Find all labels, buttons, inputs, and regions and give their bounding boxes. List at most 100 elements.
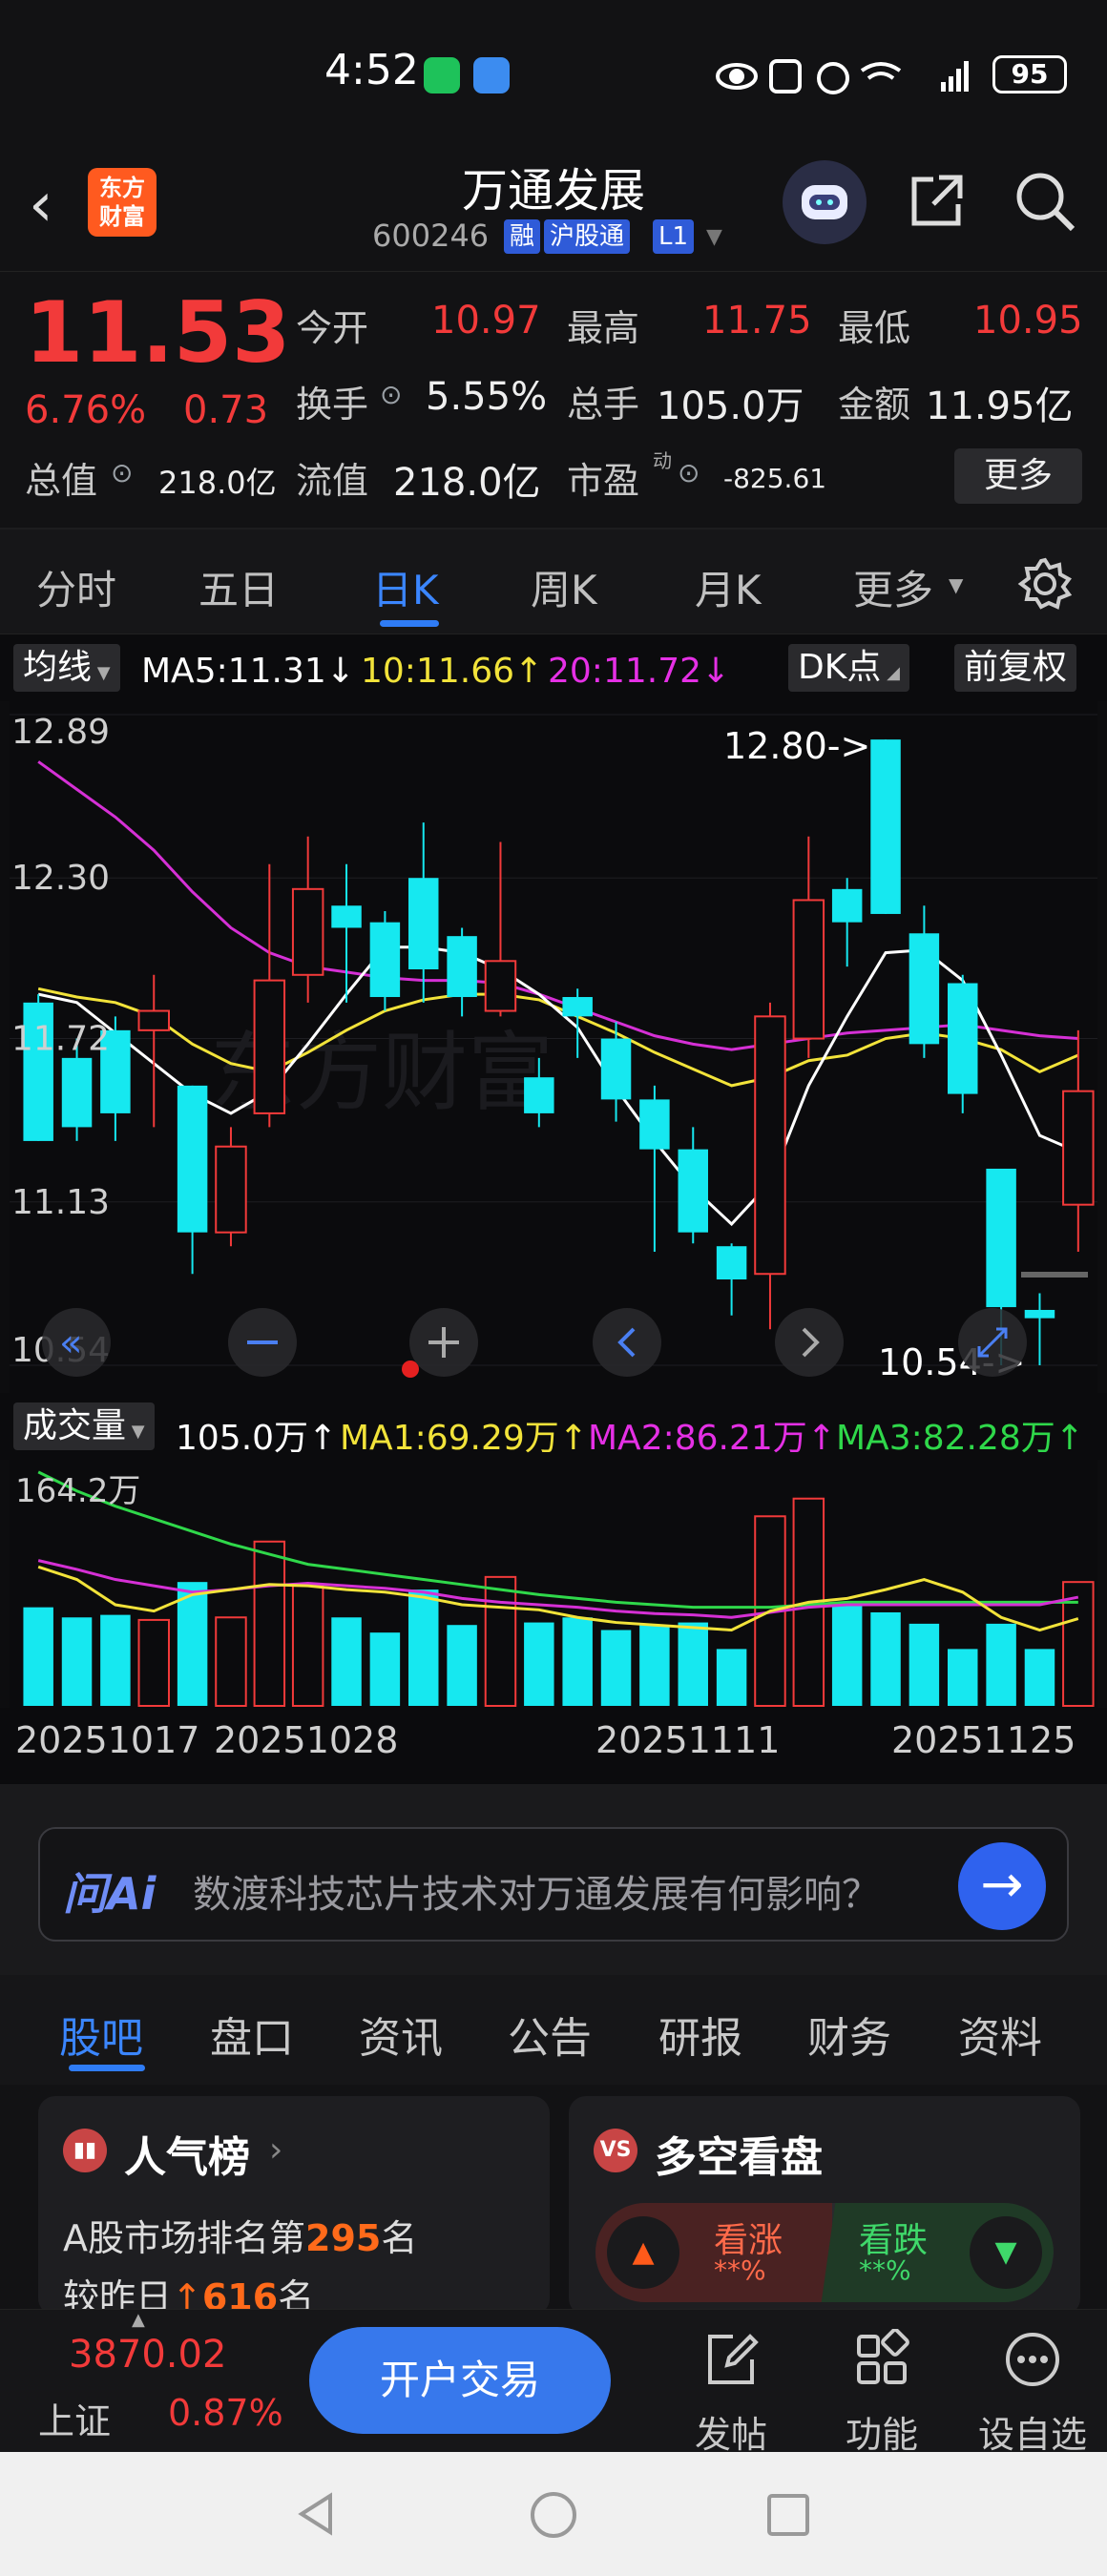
nav-back-icon[interactable] (292, 2490, 340, 2538)
bearish-arrow-icon[interactable]: ▼ (970, 2216, 1042, 2289)
add-favorite-label[interactable]: 设自选 (966, 2405, 1099, 2458)
volume-bar (639, 1625, 670, 1706)
tab-weekly-k[interactable]: 周K (531, 558, 597, 616)
sentiment-title: 多空看盘 (655, 2133, 823, 2182)
low-value: 10.95 (973, 299, 1083, 343)
volume-bar (678, 1622, 708, 1706)
tab-five-day[interactable]: 五日 (198, 558, 279, 616)
float-value: 218.0亿 (393, 461, 541, 505)
volume-max-label: 164.2万 (15, 1472, 140, 1510)
tab-research[interactable]: 研报 (658, 2004, 742, 2065)
assistant-robot-icon[interactable] (783, 160, 867, 244)
ma-indicator-bar: 均线 ▼ MA5:11.31↓ 10:11.66↑ 20:11.72↓ DK点 … (0, 634, 1107, 701)
expand-up-icon[interactable]: ▲ (132, 2310, 145, 2330)
status-time: 4:52 (324, 46, 419, 94)
volume-bar (137, 1618, 170, 1707)
tab-financials[interactable]: 财务 (807, 2004, 891, 2065)
date-label: 20251028 (214, 1719, 399, 1761)
ma5-value: MA5:11.31↓ (141, 652, 355, 691)
index-change-pct[interactable]: 0.87% (168, 2392, 283, 2434)
volume-value: 105.0万↑ (176, 1419, 338, 1458)
volume-selector[interactable]: 成交量 ▼ (13, 1402, 155, 1450)
tab-profile[interactable]: 资料 (958, 2004, 1042, 2065)
share-icon[interactable] (907, 170, 968, 231)
y-tick-label: 11.13 (11, 1183, 110, 1222)
volume-bar (831, 1605, 863, 1706)
search-icon[interactable] (1012, 168, 1078, 235)
settings-gear-icon[interactable] (1017, 556, 1073, 612)
post-edit-icon[interactable] (700, 2329, 762, 2390)
amount-value: 11.95亿 (926, 384, 1074, 428)
ma-selector[interactable]: 均线 ▼ (13, 644, 120, 692)
volume-bar (484, 1575, 517, 1707)
adjust-button[interactable]: 前复权 (954, 644, 1077, 692)
info-icon[interactable]: ⊙ (380, 379, 402, 410)
tab-more[interactable]: 更多 (853, 558, 933, 616)
popularity-card[interactable]: ▮▮ 人气榜 › A股市场排名第295名 较昨日↑616名 (38, 2096, 550, 2316)
tab-announcements[interactable]: 公告 (508, 2004, 592, 2065)
index-value[interactable]: 3870.02 (69, 2333, 226, 2377)
more-dots-icon[interactable] (1002, 2329, 1063, 2390)
more-quote-button[interactable]: 更多 (954, 448, 1082, 504)
tab-daily-k[interactable]: 日K (372, 558, 439, 616)
ai-ask-input[interactable]: 问Ai 数渡科技芯片技术对万通发展有何影响？ → (38, 1827, 1069, 1942)
sentiment-vote-bar: ▲ 看涨 **% 看跌 **% ▼ (595, 2203, 1054, 2302)
functions-grid-icon[interactable] (851, 2329, 912, 2390)
scroll-left-icon[interactable] (593, 1308, 661, 1377)
pe-info-icon[interactable]: ⊙ (678, 457, 700, 488)
open-label: 今开 (296, 307, 369, 349)
dk-point-button[interactable]: DK点 ◢ (788, 644, 909, 692)
turnover-value: 5.55% (426, 375, 548, 419)
candlestick-chart[interactable]: 东方财富 12.8912.3011.7211.1310.54 12.80-> 1… (10, 701, 1097, 1393)
date-label: 20251111 (595, 1719, 781, 1761)
content-tabs: 股吧 盘口 资讯 公告 研报 财务 资料 (0, 1975, 1107, 2085)
app-notification-icon (473, 57, 510, 93)
quote-panel: 11.53 6.76% 0.73 今开 10.97 最高 11.75 最低 10… (0, 272, 1107, 530)
sentiment-card[interactable]: VS 多空看盘 ▲ 看涨 **% 看跌 **% ▼ (569, 2096, 1080, 2316)
nav-recents-icon[interactable] (765, 2492, 811, 2538)
volume-bar (948, 1649, 978, 1706)
y-tick-label: 11.72 (11, 1020, 110, 1059)
chevron-down-icon[interactable]: ▼ (706, 225, 722, 249)
nav-home-icon[interactable] (529, 2490, 578, 2540)
post-label[interactable]: 发帖 (664, 2405, 798, 2458)
volume-bar (291, 1585, 324, 1707)
level-tag: L1 (653, 219, 695, 254)
stock-code: 600246 (372, 218, 490, 254)
date-label: 20251017 (15, 1719, 200, 1761)
open-trade-button[interactable]: 开户交易 (309, 2327, 611, 2434)
last-price: 11.53 (25, 283, 291, 382)
scroll-left-fast-icon[interactable]: « (42, 1308, 111, 1377)
tab-order-book[interactable]: 盘口 (210, 2004, 294, 2065)
scroll-right-icon[interactable] (775, 1308, 844, 1377)
ma10-value: 10:11.66↑ (361, 652, 544, 691)
expand-icon[interactable] (958, 1308, 1027, 1377)
wifi-icon (860, 62, 902, 80)
cards-row: ▮▮ 人气榜 › A股市场排名第295名 较昨日↑616名 VS 多空看盘 ▲ … (0, 2085, 1107, 2316)
tab-monthly-k[interactable]: 月K (695, 558, 762, 616)
volume-bar (100, 1614, 131, 1706)
chevron-right-icon[interactable]: › (269, 2130, 282, 2170)
zoom-out-icon[interactable] (228, 1308, 297, 1377)
volume-bar (447, 1625, 477, 1706)
change-amount: 0.73 (183, 388, 269, 432)
bullish-arrow-icon[interactable]: ▲ (607, 2216, 679, 2289)
max-price-annotation: 12.80-> (723, 725, 870, 767)
mcap-info-icon[interactable]: ⊙ (111, 457, 133, 488)
index-name[interactable]: 上证 (38, 2392, 111, 2444)
bullish-value: **% (714, 2254, 766, 2286)
functions-label[interactable]: 功能 (815, 2405, 949, 2458)
arrow-right-icon[interactable]: → (958, 1842, 1046, 1930)
mcap-label: 总值 (25, 460, 98, 502)
popularity-title: 人气榜 (124, 2133, 250, 2182)
zoom-in-icon[interactable] (409, 1308, 478, 1377)
tab-forum[interactable]: 股吧 (59, 2004, 143, 2065)
ai-prompt-text[interactable]: 数渡科技芯片技术对万通发展有何影响？ (193, 1863, 937, 1919)
tab-intraday[interactable]: 分时 (36, 558, 116, 616)
volume-bar (369, 1632, 401, 1706)
bottom-bar: ▲ 3870.02 上证 0.87% 开户交易 发帖 功能 设自选 (0, 2309, 1107, 2456)
volume-indicator-bar: 成交量 ▼ 105.0万↑ MA1:69.29万↑ MA2:86.21万↑ MA… (0, 1393, 1107, 1460)
volume-chart[interactable]: 164.2万 (10, 1460, 1097, 1708)
tab-news[interactable]: 资讯 (359, 2004, 443, 2065)
bar-chart-icon: ▮▮ (63, 2129, 107, 2172)
